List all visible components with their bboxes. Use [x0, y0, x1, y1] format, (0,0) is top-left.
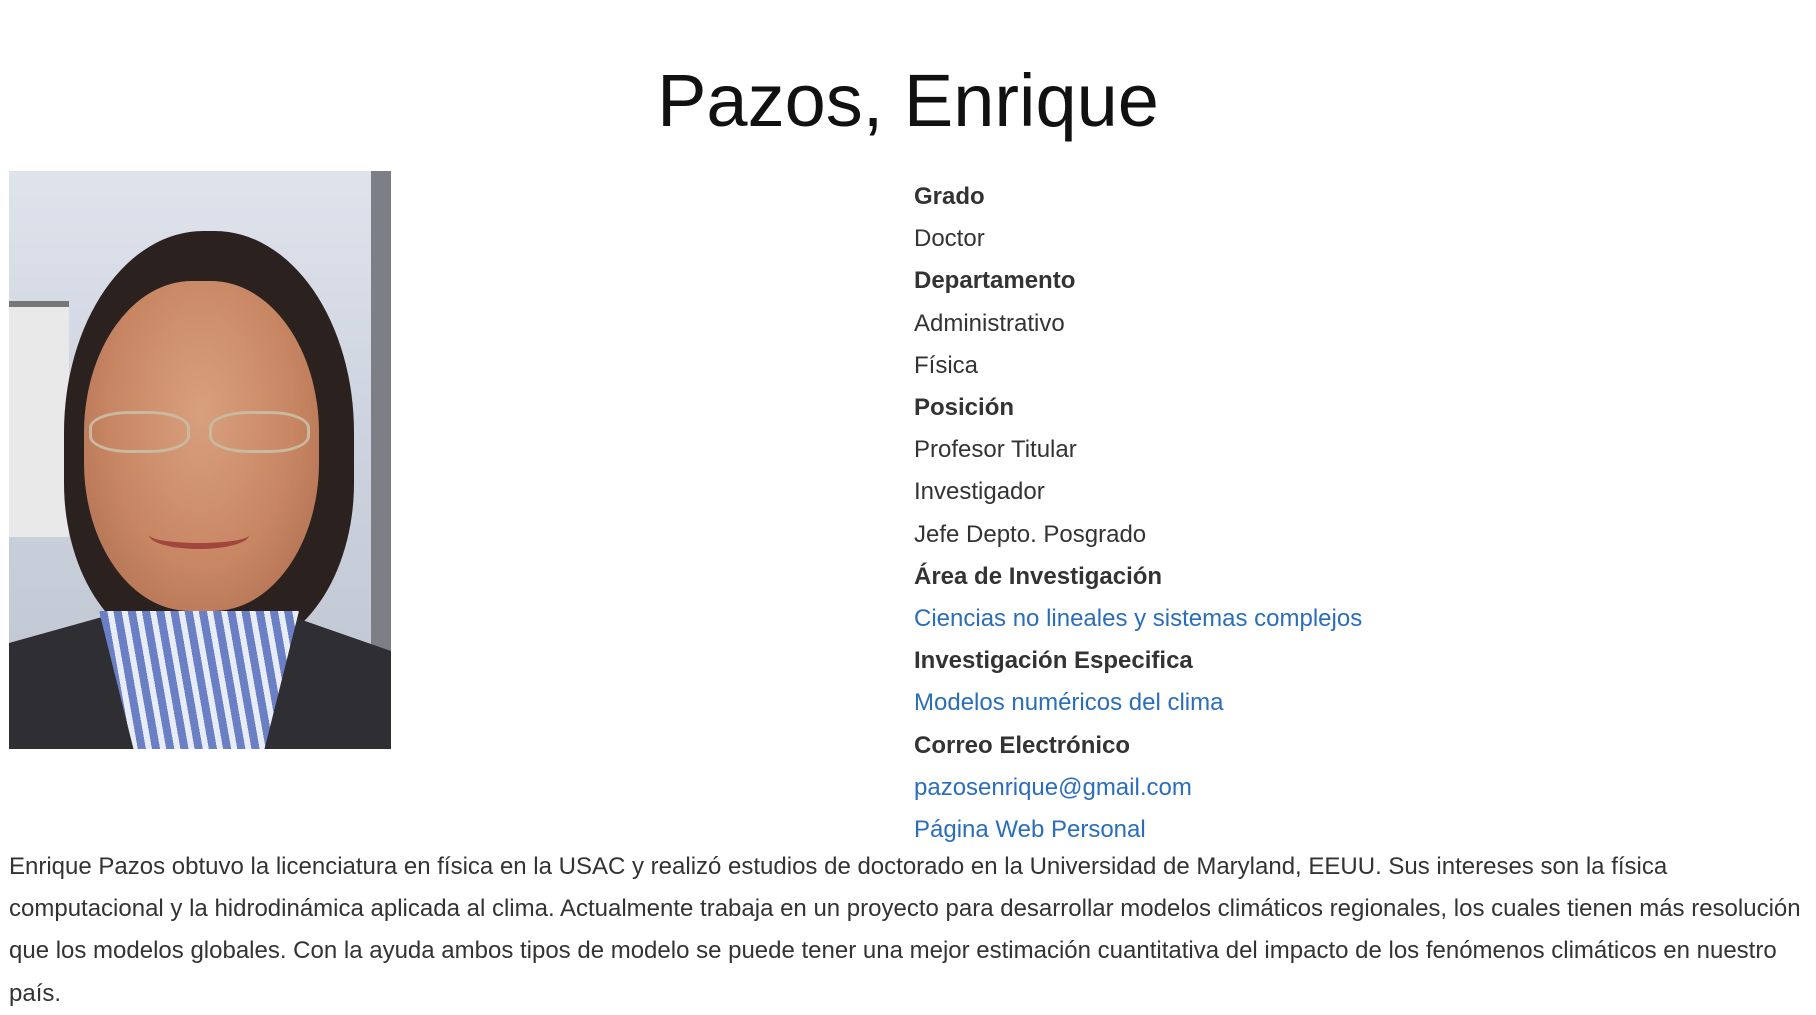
personal-web-link[interactable]: Página Web Personal	[914, 816, 1146, 843]
departamento-label: Departamento	[914, 267, 1076, 295]
grado-label: Grado	[914, 183, 985, 210]
especifica-label: Investigación Especifica	[914, 647, 1193, 675]
especifica-link[interactable]: Modelos numéricos del clima	[914, 689, 1223, 716]
area-label: Área de Investigación	[914, 562, 1163, 590]
email-link[interactable]: pazosenrique@gmail.com	[914, 774, 1192, 801]
departamento-value: Administrativo	[914, 309, 1065, 337]
correo-label: Correo Electrónico	[914, 731, 1131, 759]
departamento-value: Física	[914, 351, 979, 379]
posicion-label: Posición	[914, 394, 1015, 422]
profile-info: Grado Doctor Departamento Administrativo…	[914, 176, 1362, 851]
posicion-value: Jefe Depto. Posgrado	[914, 520, 1147, 548]
profile-photo	[9, 171, 391, 749]
area-link[interactable]: Ciencias no lineales y sistemas complejo…	[914, 605, 1362, 632]
page-title: Pazos, Enrique	[657, 59, 1159, 142]
posicion-value: Investigador	[914, 478, 1045, 506]
posicion-value: Profesor Titular	[914, 436, 1077, 464]
grado-value: Doctor	[914, 225, 985, 253]
biography: Enrique Pazos obtuvo la licenciatura en …	[9, 853, 1801, 1007]
